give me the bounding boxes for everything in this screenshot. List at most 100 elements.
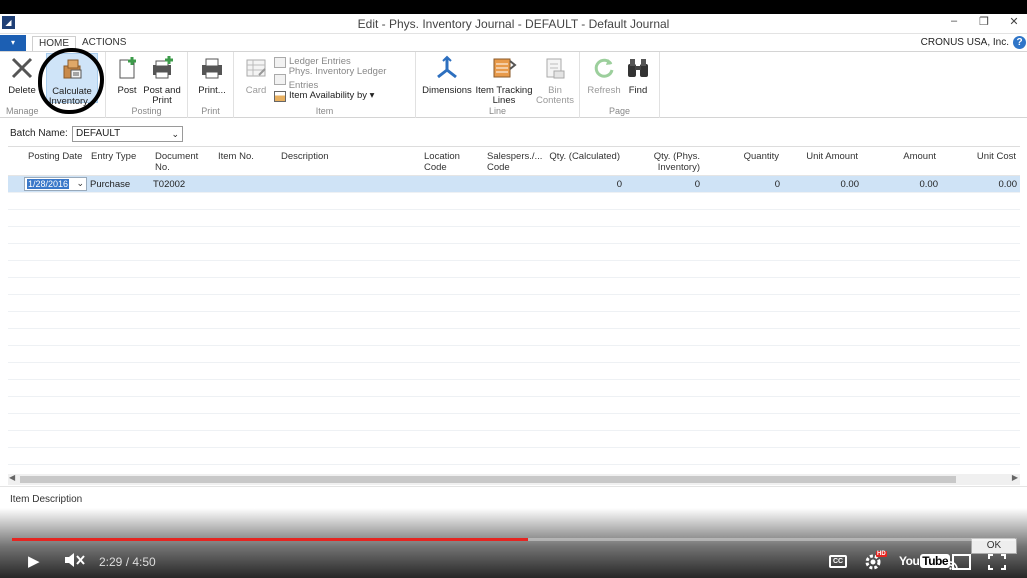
cell-document-no[interactable]: T02002 <box>153 179 185 190</box>
card-icon <box>246 59 266 77</box>
empty-row[interactable] <box>8 244 1020 261</box>
ribbon-group-print: Print... Print <box>188 52 234 118</box>
item-tracking-lines-icon <box>493 58 517 78</box>
phys-inventory-ledger-entries-button[interactable]: Phys. Inventory Ledger Entries <box>274 66 415 91</box>
group-label-manage: Manage <box>6 106 39 116</box>
dimensions-button[interactable]: Dimensions <box>422 55 472 96</box>
row-selector[interactable] <box>8 176 16 193</box>
empty-row[interactable] <box>8 363 1020 380</box>
item-availability-by-label: Item Availability by ▾ <box>289 90 375 101</box>
empty-row[interactable] <box>8 346 1020 363</box>
binoculars-icon <box>628 59 648 77</box>
dimensions-label: Dimensions <box>422 85 472 96</box>
refresh-button[interactable]: Refresh <box>586 55 622 96</box>
scrollbar-thumb[interactable] <box>20 476 956 483</box>
column-header-document-no[interactable]: Document No. <box>155 151 207 173</box>
calculate-inventory-icon <box>63 59 82 79</box>
column-header-quantity[interactable]: Quantity <box>724 151 779 162</box>
cell-amount[interactable]: 0.00 <box>878 179 939 190</box>
column-header-unit-amount[interactable]: Unit Amount <box>788 151 858 162</box>
empty-row[interactable] <box>8 278 1020 295</box>
minimize-icon[interactable]: – <box>947 15 961 28</box>
restore-icon[interactable]: ❐ <box>977 15 991 28</box>
refresh-label: Refresh <box>587 85 621 96</box>
column-header-description[interactable]: Description <box>281 151 381 162</box>
empty-row[interactable] <box>8 261 1020 278</box>
calculate-inventory-button[interactable]: Calculate Inventory... <box>46 53 98 107</box>
find-button[interactable]: Find <box>624 55 652 96</box>
find-label: Find <box>628 85 648 96</box>
scroll-left-icon[interactable]: ◀ <box>9 473 15 482</box>
video-progress-bar[interactable] <box>12 538 1015 541</box>
bin-contents-button[interactable]: Bin Contents <box>534 55 576 106</box>
empty-row[interactable] <box>8 329 1020 346</box>
delete-label: Delete <box>8 85 36 96</box>
ribbon: Delete Calculate Inventory... Manage Pos… <box>0 51 1027 118</box>
empty-row[interactable] <box>8 312 1020 329</box>
video-time: 2:29 / 4:50 <box>99 555 156 569</box>
cast-icon[interactable] <box>949 554 971 573</box>
item-availability-by-button[interactable]: Item Availability by ▾ <box>274 89 374 103</box>
cell-qty-calculated[interactable]: 0 <box>568 179 622 190</box>
tab-home[interactable]: HOME <box>32 36 76 51</box>
youtube-logo[interactable]: You Tube <box>899 554 951 568</box>
empty-row[interactable] <box>8 210 1020 227</box>
cell-unit-amount[interactable]: 0.00 <box>798 179 860 190</box>
post-and-print-label: Post and Print <box>143 85 181 106</box>
group-label-item: Item <box>315 106 334 116</box>
cell-quantity[interactable]: 0 <box>728 179 780 190</box>
refresh-icon <box>594 58 614 78</box>
posting-date-input[interactable]: 1/28/2016 ⌄ <box>24 177 87 191</box>
empty-row[interactable] <box>8 193 1020 210</box>
column-header-posting-date[interactable]: Posting Date <box>28 151 90 162</box>
scroll-right-icon[interactable]: ▶ <box>1012 473 1018 482</box>
empty-row[interactable] <box>8 295 1020 312</box>
column-header-amount[interactable]: Amount <box>878 151 936 162</box>
cell-entry-type[interactable]: Purchase <box>90 179 130 190</box>
item-tracking-lines-label: Item Tracking Lines <box>475 85 533 106</box>
column-header-entry-type[interactable]: Entry Type <box>91 151 151 162</box>
company-name[interactable]: CRONUS USA, Inc. <box>921 37 1009 48</box>
card-label: Card <box>245 85 267 96</box>
help-icon[interactable]: ? <box>1013 36 1026 49</box>
print-button[interactable]: Print... <box>196 55 228 96</box>
tab-actions[interactable]: ACTIONS <box>76 36 132 51</box>
fullscreen-icon[interactable] <box>988 554 1006 573</box>
empty-row[interactable] <box>8 414 1020 431</box>
empty-row[interactable] <box>8 397 1020 414</box>
item-availability-icon <box>274 90 286 102</box>
cell-qty-phys-inventory[interactable]: 0 <box>648 179 700 190</box>
title-bar: ◢ Edit - Phys. Inventory Journal - DEFAU… <box>0 14 1027 34</box>
card-button[interactable]: Card <box>242 55 270 96</box>
post-button[interactable]: Post <box>114 55 140 96</box>
table-row[interactable]: 1/28/2016 ⌄ Purchase T02002 0 0 0 0.00 0… <box>8 176 1020 193</box>
batch-name-select[interactable]: DEFAULT ⌄ <box>72 126 183 142</box>
empty-row[interactable] <box>8 431 1020 448</box>
group-label-page: Page <box>608 106 631 116</box>
chevron-down-icon[interactable]: ⌄ <box>76 178 84 189</box>
cell-unit-cost[interactable]: 0.00 <box>958 179 1018 190</box>
column-header-salesperson-code[interactable]: Salespers./... Code <box>487 151 545 173</box>
post-and-print-button[interactable]: Post and Print <box>142 55 182 106</box>
empty-row[interactable] <box>8 448 1020 465</box>
empty-row[interactable] <box>8 380 1020 397</box>
column-header-location-code[interactable]: Location Code <box>424 151 476 173</box>
column-header-qty-phys-inventory[interactable]: Qty. (Phys. Inventory) <box>644 151 700 173</box>
calculate-inventory-label: Calculate Inventory... <box>48 86 96 107</box>
group-label-posting: Posting <box>131 106 162 116</box>
batch-name-label: Batch Name: <box>10 128 68 139</box>
closed-captions-icon[interactable]: CC <box>829 555 847 568</box>
play-icon[interactable]: ▶ <box>28 552 40 570</box>
horizontal-scrollbar[interactable]: ◀ ▶ <box>8 473 1020 485</box>
column-header-unit-cost[interactable]: Unit Cost <box>958 151 1016 162</box>
delete-button[interactable]: Delete <box>4 55 40 96</box>
mute-speaker-icon[interactable] <box>64 552 86 571</box>
close-icon[interactable]: ✕ <box>1007 15 1021 28</box>
application-menu-button[interactable]: ▾ <box>0 35 26 51</box>
post-and-print-icon <box>153 56 173 79</box>
column-header-qty-calculated[interactable]: Qty. (Calculated) <box>548 151 620 162</box>
column-header-item-no[interactable]: Item No. <box>218 151 268 162</box>
item-tracking-lines-button[interactable]: Item Tracking Lines <box>474 55 534 106</box>
empty-row[interactable] <box>8 227 1020 244</box>
player-control-row: ▶ 2:29 / 4:50 CC HD You Tube <box>0 546 1027 578</box>
